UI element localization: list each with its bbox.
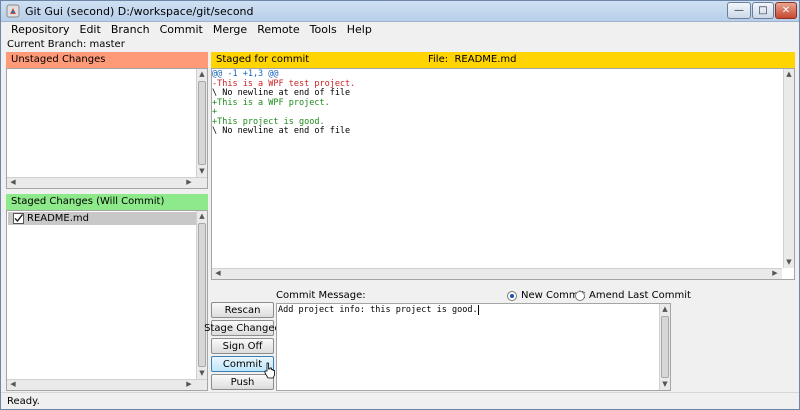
mouse-pointer-icon bbox=[264, 362, 275, 379]
diff-file-name: README.md bbox=[454, 54, 517, 65]
scroll-left-arrow-icon[interactable]: ◀ bbox=[213, 269, 223, 278]
diff-vertical-scrollbar[interactable]: ▲ ▼ bbox=[783, 69, 794, 268]
scroll-thumb[interactable] bbox=[198, 81, 206, 165]
scroll-down-arrow-icon[interactable]: ▼ bbox=[197, 167, 207, 176]
diff-line-add: +This is a WPF project. bbox=[212, 97, 330, 108]
diff-state-label: Staged for commit bbox=[216, 54, 310, 65]
scroll-up-arrow-icon[interactable]: ▲ bbox=[197, 70, 207, 79]
scroll-thumb[interactable] bbox=[661, 316, 669, 378]
unstaged-vertical-scrollbar[interactable]: ▲ ▼ bbox=[196, 69, 207, 177]
staged-file-row[interactable]: README.md bbox=[8, 212, 197, 225]
maximize-button[interactable]: □ bbox=[752, 2, 774, 19]
close-button[interactable]: ✕ bbox=[775, 2, 797, 19]
menu-edit[interactable]: Edit bbox=[75, 22, 106, 38]
scroll-right-arrow-icon[interactable]: ▶ bbox=[184, 178, 194, 187]
new-commit-radio[interactable] bbox=[507, 290, 517, 301]
scroll-up-arrow-icon[interactable]: ▲ bbox=[660, 305, 670, 314]
git-gui-app-icon bbox=[6, 4, 20, 18]
menu-commit[interactable]: Commit bbox=[155, 22, 208, 38]
status-bar: Ready. bbox=[1, 392, 799, 409]
amend-last-commit-label: Amend Last Commit bbox=[589, 290, 691, 301]
window-title: Git Gui (second) D:/workspace/git/second bbox=[25, 5, 254, 18]
scroll-down-arrow-icon[interactable]: ▼ bbox=[197, 369, 207, 378]
staged-check-icon[interactable] bbox=[13, 213, 24, 224]
current-branch-label: Current Branch: master bbox=[7, 39, 125, 50]
commit-message-text: Add project info: this project is good. bbox=[278, 305, 478, 315]
scroll-down-arrow-icon[interactable]: ▼ bbox=[784, 258, 794, 267]
scroll-down-arrow-icon[interactable]: ▼ bbox=[660, 380, 670, 389]
menu-bar: Repository Edit Branch Commit Merge Remo… bbox=[1, 22, 799, 38]
staged-vertical-scrollbar[interactable]: ▲ ▼ bbox=[196, 211, 207, 379]
scroll-up-arrow-icon[interactable]: ▲ bbox=[197, 212, 207, 221]
commit-message-scrollbar[interactable]: ▲ ▼ bbox=[659, 304, 670, 390]
menu-remote[interactable]: Remote bbox=[252, 22, 304, 38]
diff-file-label: File: bbox=[428, 54, 449, 65]
text-caret bbox=[477, 305, 479, 315]
menu-repository[interactable]: Repository bbox=[1, 22, 75, 38]
menu-branch[interactable]: Branch bbox=[106, 22, 155, 38]
diff-horizontal-scrollbar[interactable]: ◀ ▶ bbox=[212, 268, 782, 279]
menu-help[interactable]: Help bbox=[342, 22, 377, 38]
unstaged-changes-list[interactable]: ▲ ▼ ◀ ▶ bbox=[6, 68, 208, 189]
scroll-right-arrow-icon[interactable]: ▶ bbox=[770, 269, 780, 278]
menu-tools[interactable]: Tools bbox=[305, 22, 342, 38]
staged-changes-list[interactable]: README.md ▲ ▼ ◀ ▶ bbox=[6, 210, 208, 391]
unstaged-changes-header: Unstaged Changes bbox=[6, 52, 208, 68]
commit-message-label: Commit Message: bbox=[276, 290, 366, 301]
scroll-right-arrow-icon[interactable]: ▶ bbox=[184, 380, 194, 389]
diff-line-ctx: \ No newline at end of file bbox=[212, 126, 351, 136]
title-bar[interactable]: Git Gui (second) D:/workspace/git/second… bbox=[1, 1, 799, 22]
sign-off-button[interactable]: Sign Off bbox=[211, 338, 274, 354]
staged-file-name: README.md bbox=[27, 213, 90, 224]
git-gui-window: Git Gui (second) D:/workspace/git/second… bbox=[0, 0, 800, 410]
diff-viewer[interactable]: @@ -1 +1,3 @@ -This is a WPF test project… bbox=[211, 68, 795, 280]
unstaged-horizontal-scrollbar[interactable]: ◀ ▶ bbox=[7, 177, 207, 188]
diff-lines: @@ -1 +1,3 @@ -This is a WPF test project… bbox=[212, 69, 355, 137]
new-commit-option[interactable]: New Commit bbox=[507, 290, 585, 301]
rescan-button[interactable]: Rescan bbox=[211, 302, 274, 318]
amend-last-commit-option[interactable]: Amend Last Commit bbox=[575, 290, 691, 301]
scroll-thumb[interactable] bbox=[198, 223, 206, 367]
staged-horizontal-scrollbar[interactable]: ◀ ▶ bbox=[7, 379, 207, 390]
scroll-left-arrow-icon[interactable]: ◀ bbox=[8, 178, 18, 187]
scroll-up-arrow-icon[interactable]: ▲ bbox=[784, 70, 794, 79]
amend-last-commit-radio[interactable] bbox=[575, 290, 585, 301]
staged-changes-header: Staged Changes (Will Commit) bbox=[6, 194, 208, 210]
diff-header: Staged for commit File: README.md bbox=[211, 52, 795, 68]
commit-message-input[interactable]: Add project info: this project is good. … bbox=[276, 303, 671, 391]
diff-file-indicator: File: README.md bbox=[428, 52, 517, 68]
menu-merge[interactable]: Merge bbox=[208, 22, 252, 38]
scroll-left-arrow-icon[interactable]: ◀ bbox=[8, 380, 18, 389]
stage-changed-button[interactable]: Stage Changed bbox=[204, 320, 281, 336]
minimize-button[interactable]: — bbox=[727, 2, 751, 19]
